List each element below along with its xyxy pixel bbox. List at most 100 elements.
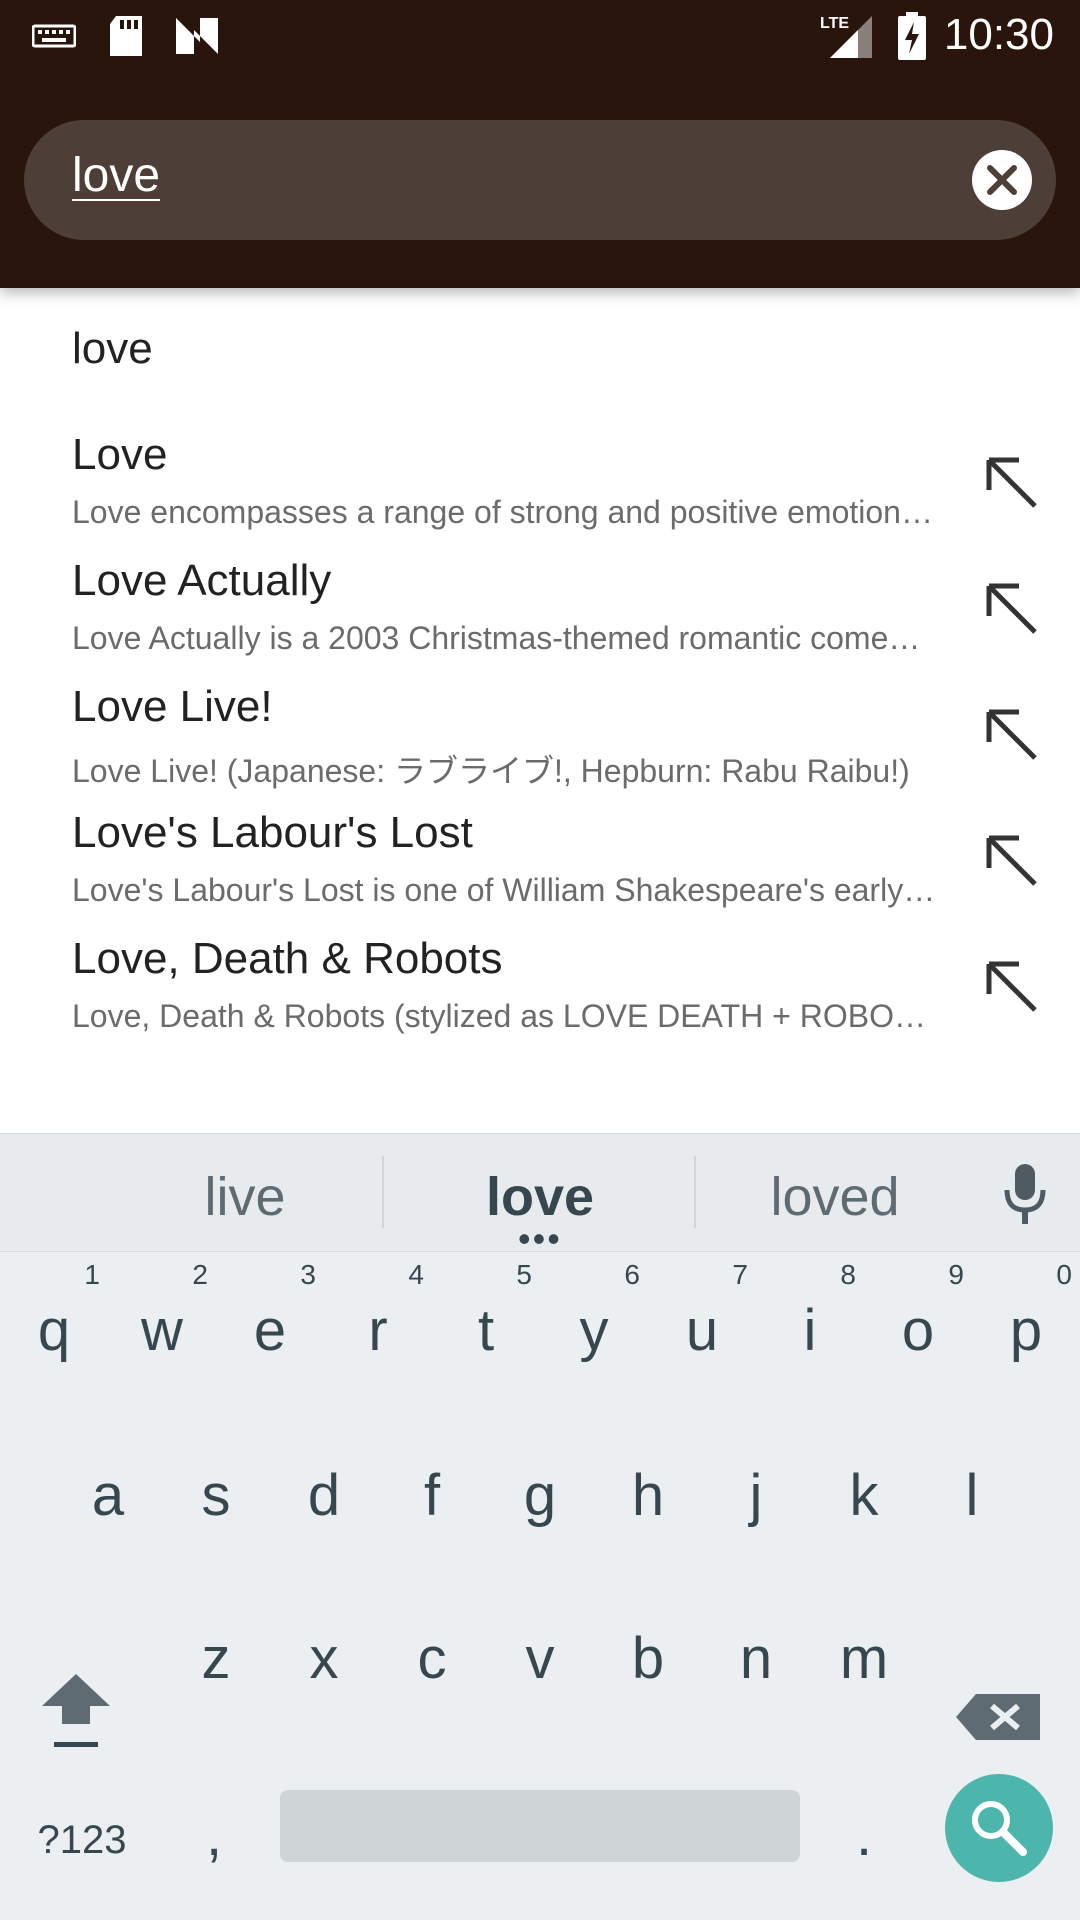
arrow-up-left-icon[interactable]: [975, 950, 1045, 1020]
microphone-icon[interactable]: [1000, 1162, 1050, 1226]
key-label: p: [1009, 1298, 1043, 1363]
search-icon: [972, 1801, 1027, 1856]
plain-suggestion[interactable]: love: [72, 324, 153, 374]
app-bar: LTE 10:30 love: [0, 0, 1080, 288]
key-f[interactable]: f: [378, 1424, 486, 1564]
backspace-key[interactable]: [950, 1634, 1058, 1774]
key-label: e: [253, 1298, 287, 1363]
period-key[interactable]: .: [810, 1774, 918, 1914]
suggestion-title: Love's Labour's Lost: [72, 808, 473, 857]
prediction-left[interactable]: live: [140, 1166, 350, 1228]
suggestion-description: Love's Labour's Lost is one of William S…: [72, 872, 938, 908]
key-x[interactable]: x: [270, 1587, 378, 1727]
sd-card-icon: [108, 14, 144, 63]
key-label: f: [423, 1463, 441, 1528]
search-input[interactable]: love: [72, 148, 160, 203]
key-t[interactable]: t5: [432, 1259, 540, 1399]
prediction-divider: [694, 1156, 696, 1228]
key-l[interactable]: l: [918, 1424, 1026, 1564]
battery-charging-icon: [898, 12, 926, 65]
suggestion-title: Love Actually: [72, 556, 332, 605]
shift-key[interactable]: [22, 1634, 130, 1774]
key-h[interactable]: h: [594, 1424, 702, 1564]
search-bar[interactable]: love: [24, 120, 1056, 240]
arrow-up-left-icon[interactable]: [975, 824, 1045, 894]
key-z[interactable]: z: [162, 1587, 270, 1727]
key-label: g: [523, 1463, 557, 1528]
comma-key[interactable]: ,: [160, 1774, 268, 1914]
key-p[interactable]: p0: [972, 1259, 1080, 1399]
key-n[interactable]: n: [702, 1587, 810, 1727]
key-label: o: [901, 1298, 935, 1363]
key-hint: 0: [1056, 1259, 1072, 1290]
key-i[interactable]: i8: [756, 1259, 864, 1399]
key-label: j: [749, 1463, 763, 1528]
key-m[interactable]: m: [810, 1587, 918, 1727]
prediction-right[interactable]: loved: [730, 1166, 940, 1228]
backspace-icon: [956, 1694, 1040, 1740]
key-label: m: [839, 1626, 889, 1691]
key-label: c: [417, 1626, 447, 1691]
suggestion-description: Love encompasses a range of strong and p…: [72, 494, 938, 530]
prediction-divider: [382, 1156, 384, 1228]
key-label: n: [739, 1626, 773, 1691]
close-icon: [987, 165, 1017, 195]
key-o[interactable]: o9: [864, 1259, 972, 1399]
key-j[interactable]: j: [702, 1424, 810, 1564]
key-e[interactable]: e3: [216, 1259, 324, 1399]
suggestion-item[interactable]: Love Actually Love Actually is a 2003 Ch…: [0, 556, 1080, 682]
key-hint: 6: [624, 1259, 640, 1290]
key-label: a: [91, 1463, 125, 1528]
more-predictions-dots: •••: [518, 1218, 562, 1259]
key-a[interactable]: a: [54, 1424, 162, 1564]
key-label: i: [803, 1298, 817, 1363]
key-label: x: [309, 1626, 339, 1691]
key-label: z: [201, 1626, 231, 1691]
key-label: r: [368, 1298, 388, 1363]
key-k[interactable]: k: [810, 1424, 918, 1564]
prediction-bar: live love loved •••: [0, 1134, 1080, 1259]
status-time: 10:30: [943, 10, 1054, 59]
suggestion-item[interactable]: Love, Death & Robots Love, Death & Robot…: [0, 934, 1080, 1060]
key-label: b: [631, 1626, 665, 1691]
suggestion-item[interactable]: Love's Labour's Lost Love's Labour's Los…: [0, 808, 1080, 934]
key-hint: 2: [192, 1259, 208, 1290]
key-u[interactable]: u7: [648, 1259, 756, 1399]
key-q[interactable]: q1: [0, 1259, 108, 1399]
key-r[interactable]: r4: [324, 1259, 432, 1399]
suggestion-list: love Love Love encompasses a range of st…: [0, 288, 1080, 1133]
arrow-up-left-icon[interactable]: [975, 446, 1045, 516]
suggestion-description: Love, Death & Robots (stylized as LOVE D…: [72, 998, 938, 1034]
search-action-key[interactable]: [945, 1774, 1053, 1882]
key-s[interactable]: s: [162, 1424, 270, 1564]
key-hint: 7: [732, 1259, 748, 1290]
key-label: q: [37, 1298, 71, 1363]
clear-search-button[interactable]: [972, 150, 1032, 210]
key-label: v: [525, 1626, 555, 1691]
suggestion-item[interactable]: Love Live! Love Live! (Japanese: ラブライブ!,…: [0, 682, 1080, 808]
key-label: s: [201, 1463, 231, 1528]
key-b[interactable]: b: [594, 1587, 702, 1727]
key-label: w: [141, 1298, 183, 1363]
key-hint: 9: [948, 1259, 964, 1290]
key-label: d: [307, 1463, 341, 1528]
key-g[interactable]: g: [486, 1424, 594, 1564]
suggestion-item[interactable]: Love Love encompasses a range of strong …: [0, 430, 1080, 556]
status-bar: LTE 10:30: [0, 0, 1080, 75]
key-w[interactable]: w2: [108, 1259, 216, 1399]
key-y[interactable]: y6: [540, 1259, 648, 1399]
key-d[interactable]: d: [270, 1424, 378, 1564]
keyboard-icon: [31, 20, 77, 55]
symbols-key[interactable]: ?123: [22, 1774, 142, 1914]
key-hint: 8: [840, 1259, 856, 1290]
key-c[interactable]: c: [378, 1587, 486, 1727]
shift-arrow-icon: [42, 1674, 110, 1747]
key-v[interactable]: v: [486, 1587, 594, 1727]
key-label: y: [579, 1298, 609, 1363]
arrow-up-left-icon[interactable]: [975, 572, 1045, 642]
arrow-up-left-icon[interactable]: [975, 698, 1045, 768]
suggestion-title: Love: [72, 430, 168, 479]
lte-signal-icon: LTE: [818, 12, 874, 65]
space-bar[interactable]: [280, 1790, 800, 1862]
key-hint: 4: [408, 1259, 424, 1290]
